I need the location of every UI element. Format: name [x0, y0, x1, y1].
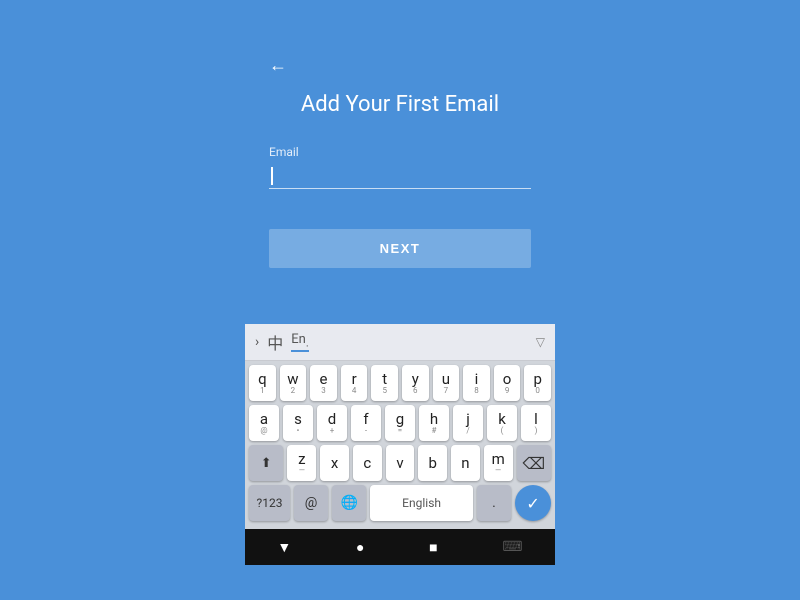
key-m[interactable]: m— — [484, 445, 513, 481]
key-y[interactable]: y6 — [402, 365, 429, 401]
key-a[interactable]: a@ — [249, 405, 279, 441]
toolbar-lang-label[interactable]: En. — [291, 332, 308, 353]
key-g[interactable]: g= — [385, 405, 415, 441]
form-area: ← Add Your First Email Email NEXT — [245, 35, 555, 324]
page-title: Add Your First Email — [269, 92, 531, 117]
keyboard-row-4: ?123 @ 🌐 English . ✓ — [249, 485, 551, 521]
phone-container: ← Add Your First Email Email NEXT › 中 En… — [245, 35, 555, 565]
nav-back-button[interactable]: ▼ — [277, 539, 291, 556]
keyboard-row-1: q1 w2 e3 r4 t5 y6 u7 i8 o9 p0 — [249, 365, 551, 401]
key-space[interactable]: English — [370, 485, 473, 521]
key-b[interactable]: b — [418, 445, 447, 481]
key-e[interactable]: e3 — [310, 365, 337, 401]
back-button[interactable]: ← — [269, 55, 293, 76]
key-w[interactable]: w2 — [280, 365, 307, 401]
system-nav: ▼ ● ■ ⌨ — [245, 529, 555, 565]
key-v[interactable]: v — [386, 445, 415, 481]
keyboard-row-2: a@ s• d+ f- g= h# j/ k( l) — [249, 405, 551, 441]
key-u[interactable]: u7 — [433, 365, 460, 401]
key-enter[interactable]: ✓ — [515, 485, 551, 521]
key-k[interactable]: k( — [487, 405, 517, 441]
next-button[interactable]: NEXT — [269, 229, 531, 268]
key-l[interactable]: l) — [521, 405, 551, 441]
key-at[interactable]: @ — [294, 485, 328, 521]
key-o[interactable]: o9 — [494, 365, 521, 401]
key-t[interactable]: t5 — [371, 365, 398, 401]
text-cursor — [271, 167, 273, 185]
key-dot[interactable]: . — [477, 485, 511, 521]
toolbar-left: › 中 En. — [255, 330, 309, 354]
keyboard: › 中 En. ▽ q1 w2 e3 r4 t5 y6 u7 i8 o9 p0 — [245, 324, 555, 529]
key-s[interactable]: s• — [283, 405, 313, 441]
key-i[interactable]: i8 — [463, 365, 490, 401]
key-d[interactable]: d+ — [317, 405, 347, 441]
key-backspace[interactable]: ⌫ — [517, 445, 551, 481]
key-c[interactable]: c — [353, 445, 382, 481]
toolbar-collapse-icon[interactable]: ▽ — [536, 335, 545, 349]
toolbar-expand-icon[interactable]: › — [255, 334, 259, 350]
key-x[interactable]: x — [320, 445, 349, 481]
keyboard-toolbar: › 中 En. ▽ — [245, 324, 555, 361]
email-input[interactable] — [269, 163, 531, 189]
key-z[interactable]: z— — [287, 445, 316, 481]
key-q[interactable]: q1 — [249, 365, 276, 401]
email-label: Email — [269, 145, 531, 159]
key-h[interactable]: h# — [419, 405, 449, 441]
nav-recent-button[interactable]: ■ — [429, 539, 437, 556]
nav-keyboard-icon[interactable]: ⌨ — [502, 539, 522, 555]
key-j[interactable]: j/ — [453, 405, 483, 441]
keyboard-row-3: ⬆ z— x c v b n m— ⌫ — [249, 445, 551, 481]
key-n[interactable]: n — [451, 445, 480, 481]
key-num[interactable]: ?123 — [249, 485, 290, 521]
key-shift[interactable]: ⬆ — [249, 445, 283, 481]
key-p[interactable]: p0 — [524, 365, 551, 401]
keyboard-rows: q1 w2 e3 r4 t5 y6 u7 i8 o9 p0 a@ s• d+ f… — [245, 361, 555, 529]
key-r[interactable]: r4 — [341, 365, 368, 401]
key-f[interactable]: f- — [351, 405, 381, 441]
nav-home-button[interactable]: ● — [356, 539, 364, 556]
toolbar-chinese-icon[interactable]: 中 — [267, 330, 283, 354]
email-input-wrapper — [269, 163, 531, 189]
key-globe[interactable]: 🌐 — [332, 485, 366, 521]
